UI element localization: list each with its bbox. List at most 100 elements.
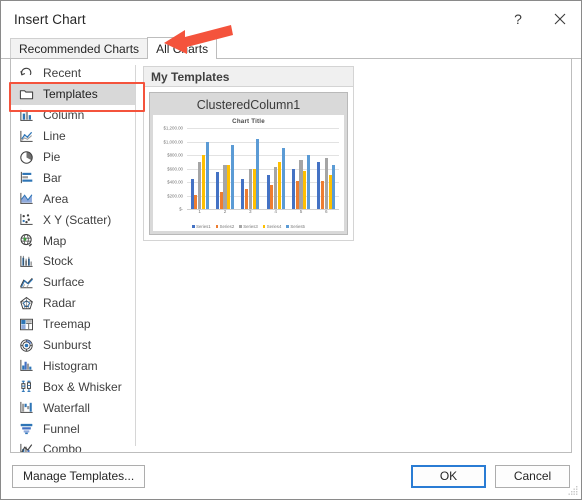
chart-legend-item: Series4 [262, 224, 282, 229]
sidebar-item-templates[interactable]: Templates [11, 83, 135, 105]
ok-button[interactable]: OK [411, 464, 486, 488]
chart-bar-group [266, 128, 285, 209]
my-templates-group: My Templates ClusteredColumn1 Chart Titl… [143, 66, 354, 241]
chart-y-tick-label: $800.00 [167, 152, 183, 158]
chart-legend-label: Series5 [290, 224, 305, 229]
my-templates-header: My Templates [144, 67, 353, 87]
sidebar-item-combo[interactable]: Combo [11, 439, 135, 453]
chart-legend-label: Series4 [266, 224, 282, 229]
close-icon [554, 13, 566, 25]
sidebar-item-label: Line [43, 129, 66, 144]
chart-bar-groups [187, 128, 339, 209]
chart-x-axis: 1 2 3 4 5 6 [187, 209, 339, 219]
chart-bar [328, 175, 332, 209]
chart-bar [320, 181, 325, 209]
pie-icon [18, 149, 35, 165]
chart-bar-group [190, 128, 209, 209]
chart-y-tick-label: $200.00 [167, 193, 183, 198]
chart-bar-group [215, 128, 235, 209]
chart-title: Chart Title [232, 118, 265, 125]
chart-bar [241, 179, 245, 209]
manage-templates-button[interactable]: Manage Templates... [12, 464, 146, 488]
tab-all-charts[interactable]: All Charts [147, 37, 218, 59]
question-mark-icon: ? [514, 11, 522, 27]
close-button[interactable] [539, 1, 581, 37]
chart-bar [190, 178, 194, 209]
chart-bar [248, 168, 252, 209]
chart-bar-group [241, 128, 260, 209]
chart-legend-swatch [192, 225, 195, 228]
sidebar-item-recent[interactable]: Recent [11, 63, 135, 84]
chart-legend-label: Series1 [196, 224, 211, 229]
chart-plot-area [187, 128, 339, 210]
template-card-clusteredcolumn1[interactable]: ClusteredColumn1 Chart Title $1,200.00 $1… [149, 92, 348, 235]
chart-bar [201, 155, 205, 209]
sidebar-item-surface[interactable]: Surface [11, 272, 135, 293]
title-bar: Insert Chart ? [1, 1, 581, 37]
template-card-title: ClusteredColumn1 [153, 96, 344, 115]
sidebar-item-label: Combo [43, 442, 82, 453]
histogram-icon [18, 358, 35, 374]
sidebar-item-box-whisker[interactable]: Box & Whisker [11, 376, 135, 397]
sidebar-item-sunburst[interactable]: Sunburst [11, 335, 135, 356]
sidebar-item-pie[interactable]: Pie [11, 147, 135, 168]
area-icon [18, 191, 35, 207]
help-button[interactable]: ? [497, 1, 539, 37]
chart-type-sidebar[interactable]: Recent Templates Column Line Pie Bar Area X Y (… [11, 59, 135, 452]
chart-bar [317, 161, 321, 209]
sidebar-item-stock[interactable]: Stock [11, 251, 135, 272]
chart-x-tick-label: 6 [325, 209, 328, 214]
sidebar-item-bar[interactable]: Bar [11, 167, 135, 188]
chart-legend-swatch [286, 225, 289, 228]
chart-bar [215, 171, 219, 209]
recent-icon [18, 65, 35, 81]
chart-bar [266, 175, 270, 209]
sidebar-item-funnel[interactable]: Funnel [11, 418, 135, 439]
tab-recommended-charts[interactable]: Recommended Charts [10, 38, 149, 59]
chart-bar [219, 192, 223, 209]
cancel-label: Cancel [513, 469, 552, 483]
sidebar-item-map[interactable]: Map [11, 230, 135, 251]
template-chart-preview: Chart Title $1,200.00 $1,000.00 $800.00 $60… [153, 115, 344, 231]
sidebar-item-x-y-scatter[interactable]: X Y (Scatter) [11, 209, 135, 230]
chart-legend-item: Series2 [215, 224, 235, 229]
chart-bar [227, 165, 231, 209]
sidebar-item-line[interactable]: Line [11, 126, 135, 147]
chart-bar [295, 181, 299, 209]
sidebar-item-radar[interactable]: Radar [11, 293, 135, 314]
sidebar-item-treemap[interactable]: Treemap [11, 314, 135, 335]
sunburst-icon [18, 337, 35, 353]
chart-legend-label: Series3 [243, 224, 258, 229]
chart-bar [324, 158, 328, 209]
scatter-icon [18, 212, 35, 228]
chart-y-tick-label: $1,000.00 [163, 139, 183, 144]
cancel-button[interactable]: Cancel [495, 464, 570, 488]
radar-icon [18, 295, 35, 311]
chart-bar [223, 165, 227, 209]
chart-legend-item: Series1 [192, 224, 211, 229]
chart-legend-label: Series2 [219, 224, 235, 229]
chart-bar [244, 188, 249, 209]
box-whisker-icon [18, 379, 35, 395]
template-pane: My Templates ClusteredColumn1 Chart Titl… [136, 59, 571, 452]
sidebar-item-label: Surface [43, 275, 85, 290]
tab-recommended-charts-label: Recommended Charts [19, 42, 140, 56]
ok-label: OK [439, 469, 458, 483]
stock-icon [18, 253, 35, 269]
chart-x-tick-label: 5 [299, 209, 303, 214]
window-controls: ? [497, 1, 581, 37]
dialog-footer: Manage Templates... OK Cancel [1, 453, 581, 499]
sidebar-item-label: Waterfall [43, 400, 90, 415]
chart-bar-group [291, 128, 311, 209]
sidebar-item-histogram[interactable]: Histogram [11, 355, 135, 376]
chart-bar [299, 160, 303, 209]
chart-bar [194, 194, 198, 209]
sidebar-item-label: Map [43, 233, 67, 248]
sidebar-item-column[interactable]: Column [11, 105, 135, 126]
sidebar-item-area[interactable]: Area [11, 188, 135, 209]
chart-bar [252, 168, 256, 209]
resize-grip-icon[interactable] [568, 486, 578, 496]
sidebar-item-waterfall[interactable]: Waterfall [11, 397, 135, 418]
chart-bar [281, 148, 285, 209]
chart-bar [256, 138, 260, 209]
